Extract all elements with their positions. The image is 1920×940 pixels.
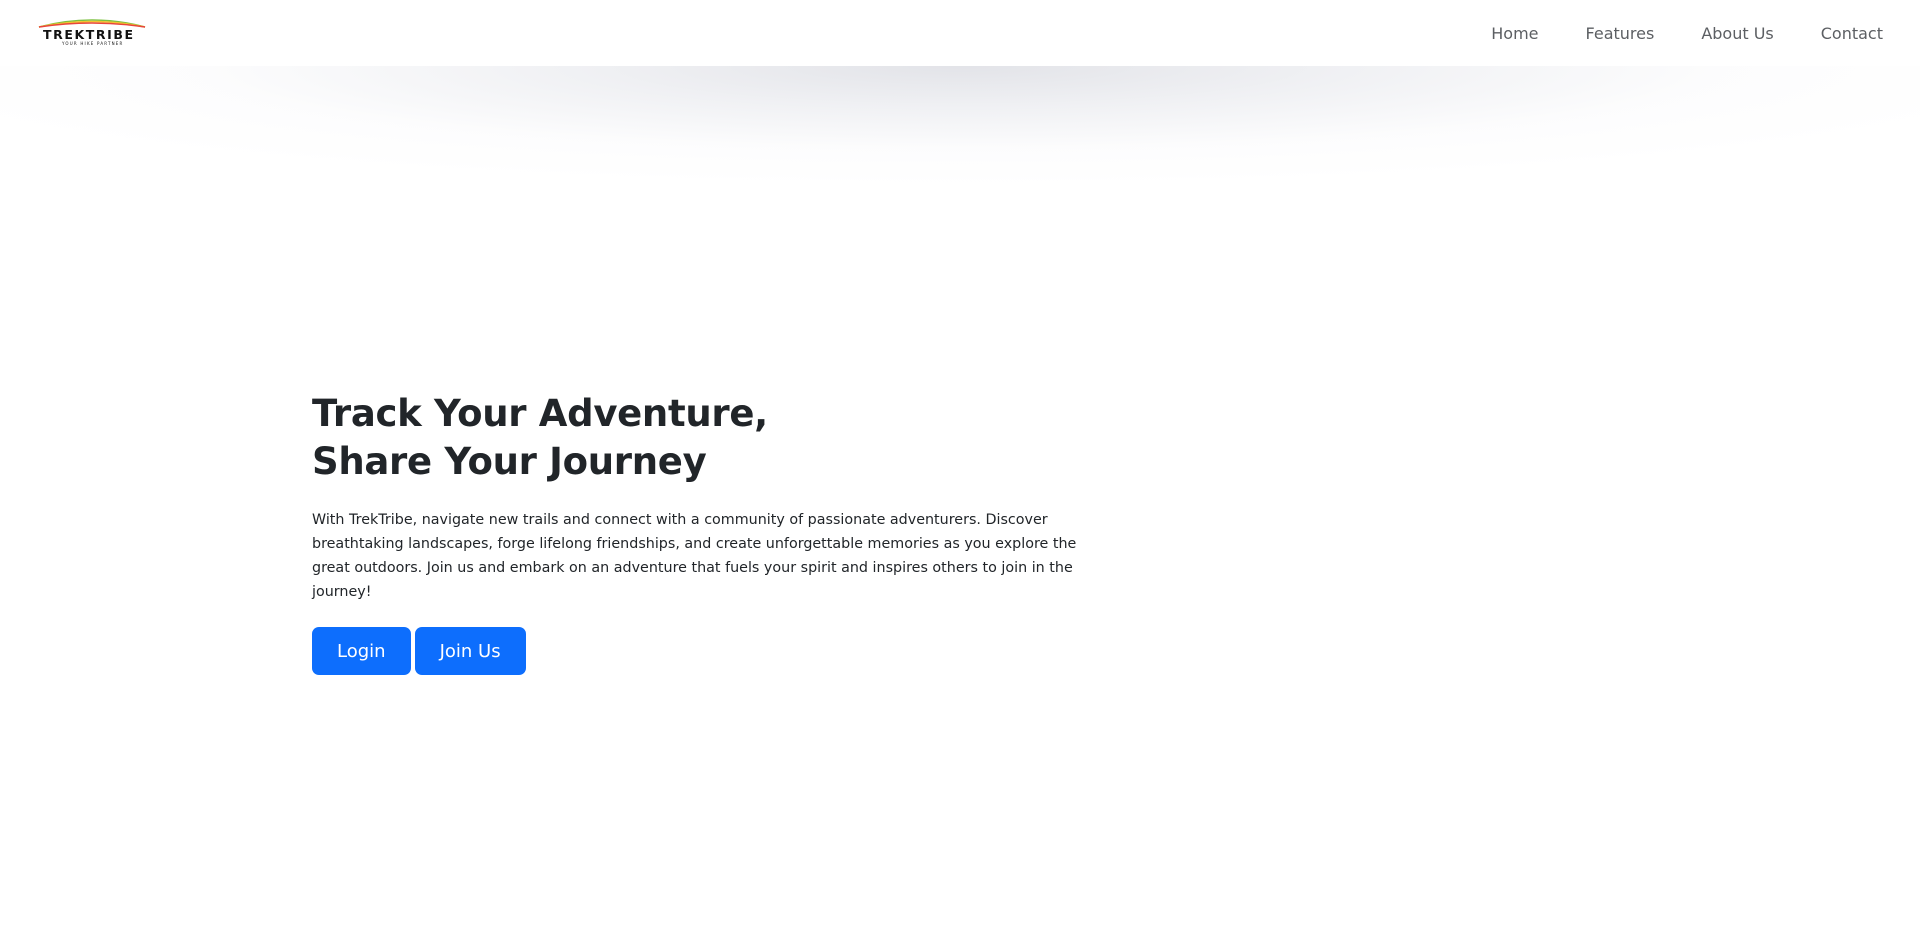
nav-link-contact[interactable]: Contact	[1821, 24, 1883, 43]
join-us-button[interactable]: Join Us	[414, 627, 526, 675]
hero-section: Track Your Adventure, Share Your Journey…	[312, 390, 1112, 675]
trektribe-logo[interactable]: TREKTRIBE YOUR HIKE PARTNER	[37, 15, 147, 51]
logo-tagline: YOUR HIKE PARTNER	[62, 41, 124, 46]
nav-links: Home Features About Us Contact	[1444, 0, 1883, 66]
nav-link-about-us[interactable]: About Us	[1701, 24, 1773, 43]
logo-wordmark: TREKTRIBE	[43, 27, 135, 42]
login-button[interactable]: Login	[312, 627, 411, 675]
header-shadow	[0, 66, 1920, 206]
hero-buttons: Login Join Us	[312, 627, 1112, 675]
nav-link-home[interactable]: Home	[1491, 24, 1538, 43]
hero-description: With TrekTribe, navigate new trails and …	[312, 512, 1077, 600]
navbar: TREKTRIBE YOUR HIKE PARTNER Home Feature…	[0, 0, 1920, 66]
hero-title-line-1: Track Your Adventure,	[312, 392, 768, 435]
hero-title-line-2: Share Your Journey	[312, 440, 707, 483]
nav-link-features[interactable]: Features	[1586, 24, 1655, 43]
hero-title: Track Your Adventure, Share Your Journey	[312, 390, 1112, 486]
